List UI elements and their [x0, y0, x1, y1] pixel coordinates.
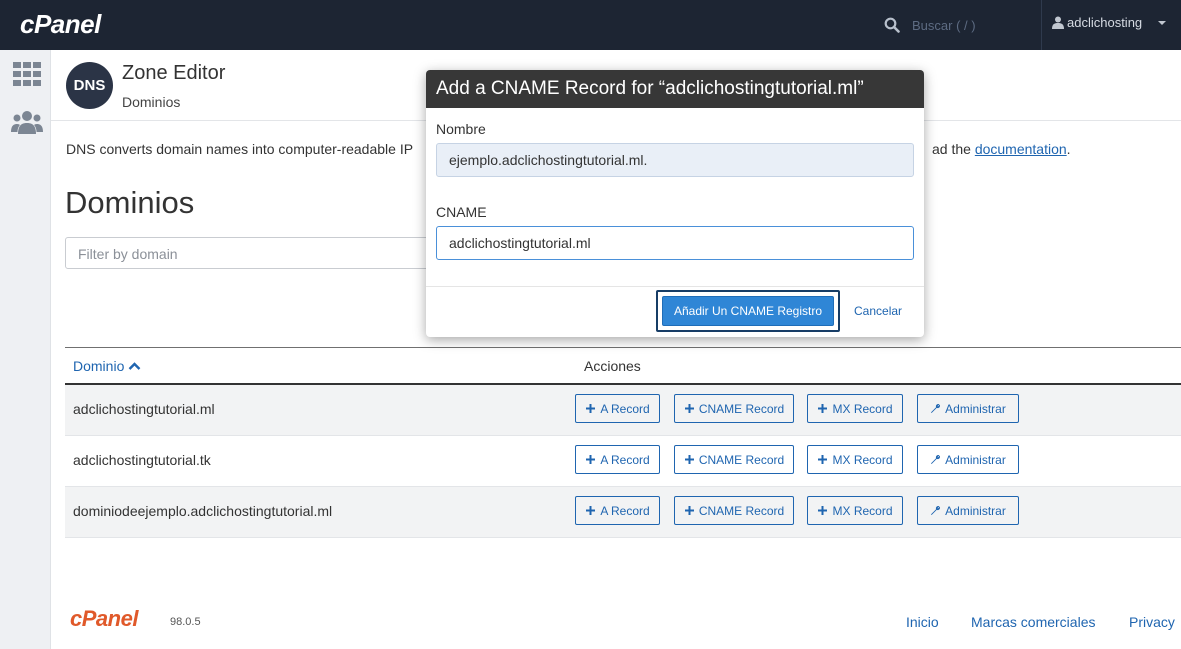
username[interactable]: adclichosting: [1067, 15, 1142, 30]
add-cname-submit-button[interactable]: Añadir Un CNAME Registro: [662, 296, 834, 326]
cname-field[interactable]: adclichostingtutorial.ml: [436, 226, 914, 260]
caret-down-icon[interactable]: [1158, 20, 1167, 25]
add-mx-record-button[interactable]: MX Record: [807, 445, 903, 474]
plus-icon: [684, 506, 694, 515]
cname-label: CNAME: [436, 204, 487, 220]
footer-link-privacy[interactable]: Privacy: [1129, 614, 1175, 630]
plus-icon: [684, 455, 694, 464]
users-icon[interactable]: [11, 108, 43, 136]
global-search[interactable]: Buscar ( / ): [884, 14, 976, 36]
dialog-title: Add a CNAME Record for “adclichostingtut…: [426, 70, 924, 108]
cpanel-logo[interactable]: cPanel: [20, 9, 101, 40]
footer-link-home[interactable]: Inicio: [906, 614, 939, 630]
search-icon: [884, 17, 900, 33]
intro-text: DNS converts domain names into computer-…: [66, 141, 414, 157]
plus-icon: [818, 455, 828, 464]
table-row: adclichostingtutorial.tk A Record CNAME …: [65, 436, 1181, 487]
cancel-button[interactable]: Cancelar: [854, 304, 902, 318]
domain-name: adclichostingtutorial.tk: [73, 452, 211, 468]
add-cname-record-button[interactable]: CNAME Record: [674, 445, 794, 474]
add-cname-dialog: Add a CNAME Record for “adclichostingtut…: [426, 70, 924, 337]
section-heading: Dominios: [65, 185, 195, 220]
wrench-icon: [931, 505, 941, 515]
add-a-record-button[interactable]: A Record: [575, 394, 660, 423]
domains-table: Dominio Acciones adclichostingtutorial.m…: [65, 347, 1181, 538]
footer-logo[interactable]: cPanel: [70, 606, 138, 632]
divider: [1041, 0, 1042, 50]
add-mx-record-button[interactable]: MX Record: [807, 394, 903, 423]
divider: [426, 286, 924, 287]
add-a-record-button[interactable]: A Record: [575, 496, 660, 525]
top-bar: cPanel Buscar ( / ) adclichosting: [0, 0, 1181, 50]
add-cname-record-button[interactable]: CNAME Record: [674, 394, 794, 423]
footer-link-trademarks[interactable]: Marcas comerciales: [971, 614, 1095, 630]
table-header: Dominio Acciones: [65, 347, 1181, 385]
sort-domain-header[interactable]: Dominio: [73, 358, 141, 374]
dns-icon: DNS: [66, 62, 113, 109]
plus-icon: [818, 404, 828, 413]
user-menu[interactable]: adclichosting: [1052, 15, 1167, 30]
name-label: Nombre: [436, 121, 486, 137]
user-icon: [1052, 16, 1064, 29]
search-placeholder[interactable]: Buscar ( / ): [912, 18, 976, 33]
manage-button[interactable]: Administrar: [917, 496, 1019, 525]
actions-header: Acciones: [584, 358, 641, 374]
plus-icon: [586, 404, 596, 413]
filter-input[interactable]: Filter by domain: [65, 237, 445, 269]
page-title: Zone Editor: [122, 62, 226, 84]
wrench-icon: [931, 454, 941, 464]
domain-name: adclichostingtutorial.ml: [73, 401, 215, 417]
plus-icon: [684, 404, 694, 413]
grid-icon[interactable]: [11, 60, 43, 88]
version-label: 98.0.5: [170, 616, 201, 628]
sidebar: [0, 50, 51, 649]
table-row: dominiodeejemplo.adclichostingtutorial.m…: [65, 487, 1181, 538]
manage-button[interactable]: Administrar: [917, 445, 1019, 474]
domain-name: dominiodeejemplo.adclichostingtutorial.m…: [73, 503, 333, 519]
add-a-record-button[interactable]: A Record: [575, 445, 660, 474]
add-cname-record-button[interactable]: CNAME Record: [674, 496, 794, 525]
breadcrumb[interactable]: Dominios: [122, 94, 180, 110]
name-field[interactable]: ejemplo.adclichostingtutorial.ml.: [436, 143, 914, 177]
plus-icon: [586, 506, 596, 515]
chevron-up-icon[interactable]: [128, 361, 141, 371]
plus-icon: [818, 506, 828, 515]
documentation-link[interactable]: documentation: [975, 141, 1067, 157]
add-mx-record-button[interactable]: MX Record: [807, 496, 903, 525]
table-row: adclichostingtutorial.ml A Record CNAME …: [65, 385, 1181, 436]
intro-text-end: ad the documentation.: [932, 141, 1071, 157]
plus-icon: [586, 455, 596, 464]
manage-button[interactable]: Administrar: [917, 394, 1019, 423]
wrench-icon: [931, 403, 941, 413]
